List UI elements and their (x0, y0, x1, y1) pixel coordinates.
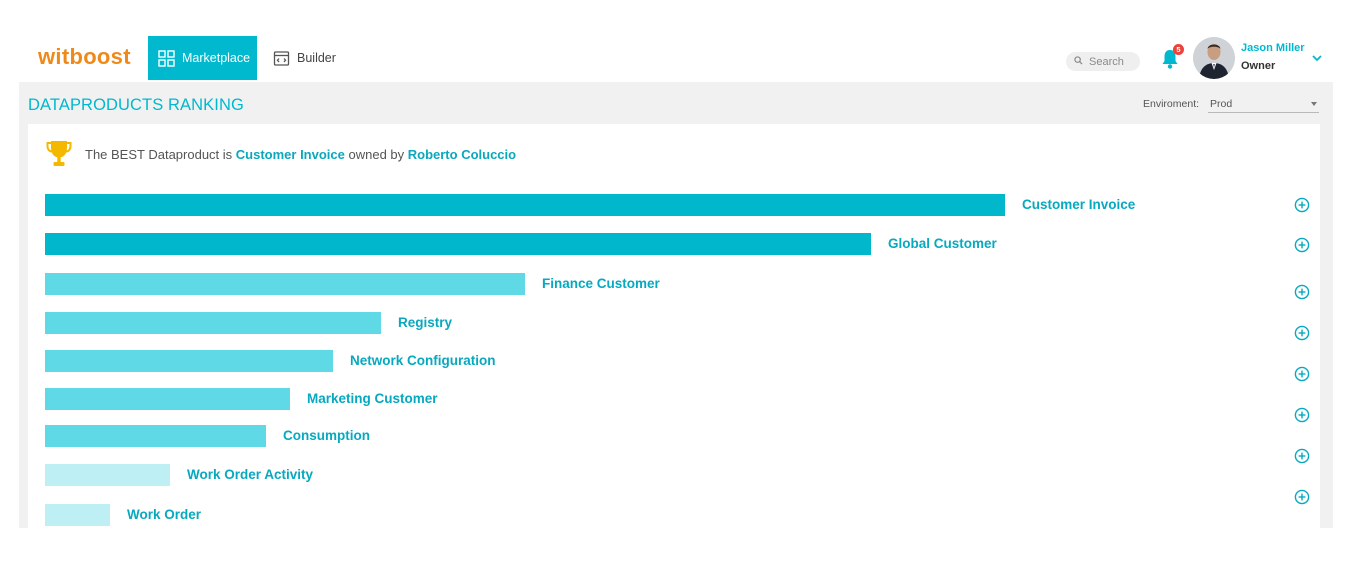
tab-marketplace-label: Marketplace (182, 51, 251, 65)
search-input[interactable]: Search (1066, 52, 1140, 71)
ranking-bar-label[interactable]: Finance Customer (542, 276, 660, 291)
user-name[interactable]: Jason Miller (1241, 42, 1305, 54)
add-circle-icon[interactable] (1294, 366, 1310, 382)
ranking-bar[interactable] (45, 312, 381, 334)
add-circle-icon[interactable] (1294, 448, 1310, 464)
best-product-link[interactable]: Customer Invoice (236, 147, 345, 162)
tab-builder-label: Builder (297, 51, 336, 65)
ranking-bar[interactable] (45, 233, 871, 255)
ranking-bar-label[interactable]: Registry (398, 315, 452, 330)
ranking-bar-label[interactable]: Global Customer (888, 236, 997, 251)
ranking-bar-label[interactable]: Work Order (127, 507, 201, 522)
ranking-bar[interactable] (45, 194, 1005, 216)
app-root: witboost Marketplace Builder Search 5 Ja… (0, 0, 1363, 563)
best-prefix: The BEST Dataproduct is (85, 146, 236, 162)
add-circle-icon[interactable] (1294, 237, 1310, 253)
ranking-bar[interactable] (45, 350, 333, 372)
chevron-down-icon[interactable] (1311, 51, 1323, 63)
avatar[interactable] (1193, 37, 1235, 79)
user-role: Owner (1241, 60, 1276, 72)
search-placeholder: Search (1089, 55, 1124, 68)
ranking-bar-label[interactable]: Consumption (283, 428, 370, 443)
environment-label: Enviroment: (1143, 98, 1200, 110)
add-circle-icon[interactable] (1294, 284, 1310, 300)
ranking-bar-label[interactable]: Network Configuration (350, 353, 496, 368)
add-circle-icon[interactable] (1294, 489, 1310, 505)
ranking-bar-label[interactable]: Customer Invoice (1022, 197, 1135, 212)
ranking-bar[interactable] (45, 388, 290, 410)
ranking-bar[interactable] (45, 273, 525, 295)
ranking-bar[interactable] (45, 464, 170, 486)
page-title: DATAPRODUCTS RANKING (28, 96, 244, 114)
tab-marketplace[interactable]: Marketplace (148, 36, 257, 80)
code-window-icon (273, 50, 290, 67)
ranking-bar[interactable] (45, 425, 266, 447)
main-panel: DATAPRODUCTS RANKING Enviroment: Prod Th… (19, 82, 1333, 528)
add-circle-icon[interactable] (1294, 325, 1310, 341)
trophy-icon (46, 139, 72, 169)
environment-select[interactable]: Prod (1208, 95, 1319, 113)
best-owner-link[interactable]: Roberto Coluccio (408, 147, 516, 162)
ranking-bar-label[interactable]: Marketing Customer (307, 391, 438, 406)
logo[interactable]: witboost (38, 44, 131, 70)
best-middle: owned by (344, 146, 408, 162)
environment-value: Prod (1210, 98, 1233, 110)
grid-icon (158, 49, 175, 67)
top-bar: witboost Marketplace Builder Search 5 Ja… (0, 0, 1363, 82)
ranking-card: The BEST Dataproduct is Customer Invoice… (28, 124, 1320, 528)
add-circle-icon[interactable] (1294, 407, 1310, 423)
best-dataproduct-banner: The BEST Dataproduct is Customer Invoice… (46, 139, 516, 169)
notification-badge: 5 (1173, 44, 1184, 55)
caret-down-icon (1311, 102, 1317, 106)
ranking-bar-label[interactable]: Work Order Activity (187, 467, 313, 482)
tab-builder[interactable]: Builder (263, 36, 346, 80)
add-circle-icon[interactable] (1294, 197, 1310, 213)
ranking-bar[interactable] (45, 504, 110, 526)
search-icon (1074, 55, 1083, 68)
